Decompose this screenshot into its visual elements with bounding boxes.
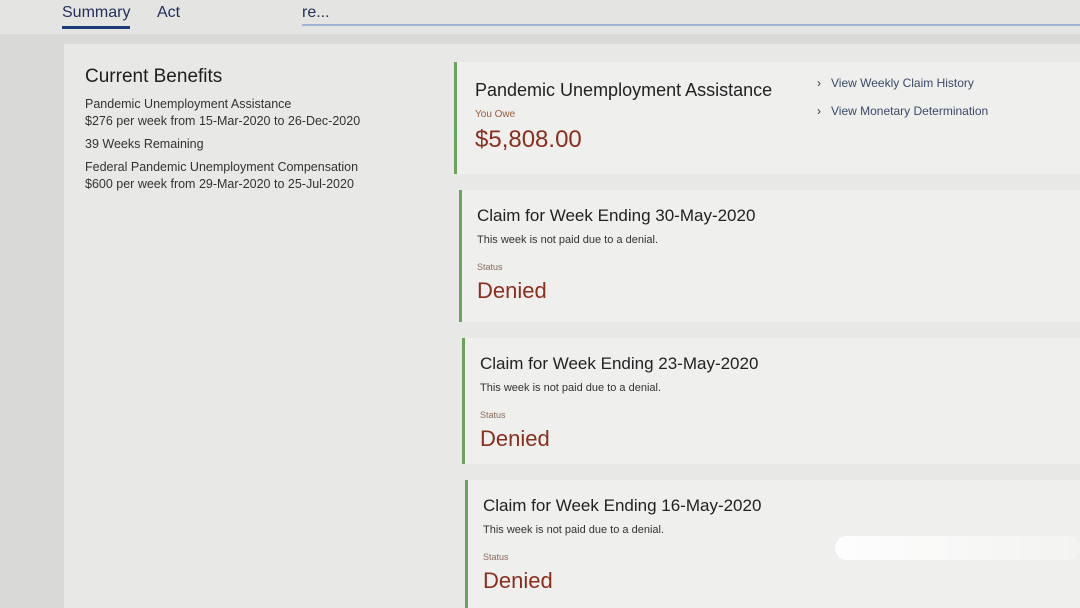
claim-note: This week is not paid due to a denial. [480, 382, 662, 394]
tab-more[interactable]: re... [302, 4, 330, 22]
tab-activity[interactable]: Act [157, 4, 180, 22]
tab-underline [302, 24, 1080, 26]
status-label: Status [477, 262, 503, 272]
link-label: View Weekly Claim History [831, 76, 974, 90]
you-owe-amount: $5,808.00 [475, 126, 582, 153]
benefit-line: 39 Weeks Remaining [85, 137, 204, 151]
benefit-line: $276 per week from 15-Mar-2020 to 26-Dec… [85, 114, 361, 128]
status-value: Denied [480, 426, 550, 451]
current-benefits: Current Benefits Pandemic Unemployment A… [85, 66, 445, 193]
status-value: Denied [477, 278, 547, 303]
screen-glare [835, 536, 1080, 560]
claim-note: This week is not paid due to a denial. [477, 234, 659, 246]
chevron-right-icon: › [817, 76, 821, 90]
link-label: View Monetary Determination [831, 104, 989, 118]
tab-summary[interactable]: Summary [62, 4, 131, 29]
claim-title: Claim for Week Ending 30-May-2020 [477, 206, 756, 225]
claim-card: Claim for Week Ending 30-May-2020 This w… [459, 190, 1080, 322]
view-monetary-determination-link[interactable]: › View Monetary Determination [817, 104, 988, 118]
benefit-line: Federal Pandemic Unemployment Compensati… [85, 160, 359, 174]
status-value: Denied [483, 568, 553, 593]
you-owe-label: You Owe [475, 109, 516, 120]
claim-title: Claim for Week Ending 23-May-2020 [480, 354, 759, 373]
top-nav: Summary Act re... [0, 0, 1080, 34]
claim-card: Claim for Week Ending 23-May-2020 This w… [462, 338, 1080, 464]
view-weekly-claim-history-link[interactable]: › View Weekly Claim History [817, 76, 974, 90]
status-label: Status [483, 552, 509, 562]
claim-note: This week is not paid due to a denial. [483, 524, 665, 536]
benefit-line: $600 per week from 29-Mar-2020 to 25-Jul… [85, 177, 354, 191]
claim-title: Claim for Week Ending 16-May-2020 [483, 496, 762, 515]
pua-card: Pandemic Unemployment Assistance You Owe… [454, 62, 1080, 174]
status-label: Status [480, 410, 506, 420]
current-benefits-title: Current Benefits [85, 66, 223, 87]
benefit-line: Pandemic Unemployment Assistance [85, 97, 292, 111]
pua-title: Pandemic Unemployment Assistance [475, 80, 773, 100]
chevron-right-icon: › [817, 104, 821, 118]
